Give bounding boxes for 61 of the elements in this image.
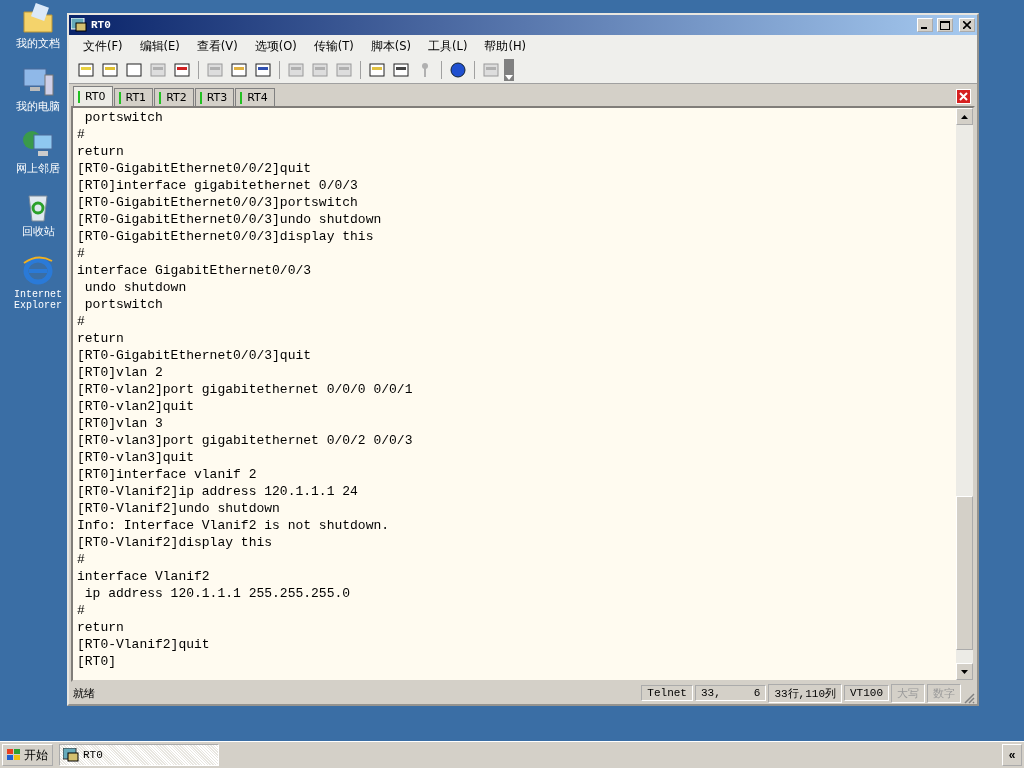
terminal-line: return [77,619,125,636]
session-tab[interactable]: RT1 [113,88,154,106]
terminal-line: [RT0-Vlanif2]quit [77,636,211,653]
terminal-line: [RT0-GigabitEthernet0/0/3]portswitch [77,194,359,211]
session-tab[interactable]: RT2 [154,88,194,106]
desktop-icon-label[interactable]: 我的电脑 [16,100,60,114]
menu-item[interactable]: 工具(L) [420,38,477,54]
window-title: RT0 [91,19,112,31]
status-message: 就绪 [73,685,96,701]
terminal-line: [RT0]vlan 2 [77,364,164,381]
terminal-line: [RT0-vlan2]port gigabitethernet 0/0/0 0/0/1 [77,381,414,398]
desktop-icon-label[interactable]: 回收站 [21,225,55,239]
terminal-line: [RT0]interface vlanif 2 [77,466,258,483]
terminal-line: [RT0-GigabitEthernet0/0/2]quit [77,160,313,177]
start-button[interactable]: 开始 [2,744,53,766]
status-pane: 33, 6 [694,685,767,701]
menu-item[interactable]: 脚本(S) [362,38,420,54]
terminal-line: portswitch [83,109,164,126]
terminal-line: [RT0-GigabitEthernet0/0/3]undo shutdown [77,211,383,228]
terminal-line: # [77,602,86,619]
desktop-icon-label[interactable]: 我的文档 [16,38,60,51]
session-tab[interactable]: RT3 [194,88,235,106]
status-pane: 33行,110列 [768,683,842,703]
desktop-icon-label[interactable]: Internet Explorer [6,288,70,312]
terminal-line: [RT0]vlan 3 [77,415,164,432]
terminal-line: interface GigabitEthernet0/0/3 [77,262,313,279]
terminal-line: ip address 120.1.1.1 255.255.255.0 [83,585,352,602]
terminal-line: # [77,551,86,568]
terminal-line: # [77,126,86,143]
terminal-line: undo shutdown [83,279,188,296]
status-pane: Telnet [641,685,693,701]
taskbar-button[interactable]: RT0 [59,744,219,766]
terminal-line: [RT0] [77,653,117,670]
terminal-line: return [77,143,125,160]
terminal-line: Info: Interface Vlanif2 is not shutdown. [77,517,391,534]
terminal-line: # [77,313,86,330]
terminal-line: # [77,245,86,262]
terminal-line: [RT0-GigabitEthernet0/0/3]quit [77,347,313,364]
menu-item[interactable]: 传输(T) [305,38,363,54]
menu-item[interactable]: 文件(F) [75,38,132,54]
terminal-line: [RT0-vlan3]port gigabitethernet 0/0/2 0/0/3 [77,432,414,449]
menu-item[interactable]: 编辑(E) [131,38,189,54]
tray-toggle-button[interactable]: « [1002,744,1022,766]
terminal-line: portswitch [83,296,164,313]
session-tab[interactable]: RT4 [235,88,275,106]
terminal-line: [RT0-vlan2]quit [77,398,196,415]
terminal-line: [RT0]interface gigabitethernet 0/0/3 [77,177,359,194]
menu-item[interactable]: 帮助(H) [476,38,535,54]
menu-item[interactable]: 查看(V) [188,38,247,54]
session-tab[interactable]: RT0 [73,86,113,106]
terminal-line: [RT0-vlan3]quit [77,449,196,466]
status-pane: 数字 [927,683,961,703]
terminal-line: interface Vlanif2 [77,568,211,585]
desktop-icon-label[interactable]: 网上邻居 [16,163,60,176]
menu-item[interactable]: 选项(O) [246,38,306,54]
terminal-line: [RT0-Vlanif2]display this [77,534,274,551]
terminal-line: [RT0-Vlanif2]ip address 120.1.1.1 24 [77,483,359,500]
status-pane: VT100 [844,685,889,701]
terminal-line: [RT0-GigabitEthernet0/0/3]display this [77,228,375,245]
terminal-line: return [77,330,125,347]
terminal-line: [RT0-Vlanif2]undo shutdown [77,500,281,517]
